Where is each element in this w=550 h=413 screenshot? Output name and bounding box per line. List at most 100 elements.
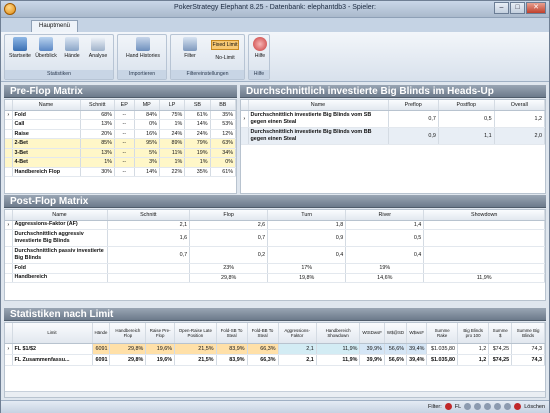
- col-header[interactable]: Schnitt: [107, 210, 191, 221]
- col-header[interactable]: Summe Big Blinds: [511, 323, 545, 344]
- postflop-table-wrap: Name Schnitt Flop Turn River Showdown › A…: [4, 209, 546, 301]
- col-header[interactable]: Fold-BB To Steal: [247, 323, 279, 344]
- table-row[interactable]: Durchschnittlich passiv investierte Big …: [5, 246, 545, 264]
- postflop-table: Name Schnitt Flop Turn River Showdown › A…: [5, 210, 545, 283]
- cell: 61%: [210, 167, 237, 177]
- table-row[interactable]: Call 13% -- 0% 1% 14% 53%: [5, 119, 237, 130]
- filter-button[interactable]: Filter: [175, 37, 205, 59]
- cell: 20%: [80, 129, 115, 139]
- haende-button[interactable]: Hände: [59, 37, 85, 59]
- maximize-button[interactable]: □: [510, 2, 525, 14]
- ueberblick-button[interactable]: Überblick: [33, 37, 59, 59]
- col-header[interactable]: Overall: [494, 100, 546, 111]
- delete-filter-button[interactable]: Löschen: [524, 404, 545, 410]
- tab-hauptmenue[interactable]: Hauptmenü: [31, 20, 79, 32]
- horizontal-scrollbar[interactable]: [5, 391, 545, 397]
- table-row[interactable]: FL Zusammenfassu... 6091 29,8% 19,6% 21,5% 83…: [5, 354, 545, 366]
- col-header[interactable]: Name: [12, 210, 108, 221]
- cell: 0,5: [345, 229, 425, 247]
- minimize-button[interactable]: –: [494, 2, 509, 14]
- table-row[interactable]: › Fold 68% -- 84% 75% 61% 35%: [5, 110, 237, 120]
- col-header[interactable]: River: [345, 210, 425, 221]
- col-header[interactable]: Preflop: [388, 100, 439, 111]
- filter-table-icon[interactable]: [484, 403, 492, 410]
- no-limit-toggle[interactable]: No-Limit: [211, 55, 239, 61]
- cell: 0,9: [388, 127, 439, 145]
- row-name: Call: [12, 119, 81, 130]
- filter-clock-icon[interactable]: [464, 403, 472, 410]
- table-row[interactable]: › Aggressions-Faktor (AF) 2,1 2,6 1,8 1,4: [5, 220, 545, 230]
- cell: 68%: [80, 110, 115, 120]
- col-header[interactable]: LP: [159, 100, 186, 111]
- row-name: Durchschnittlich aggressiv investierte B…: [12, 229, 108, 247]
- col-header[interactable]: EP: [114, 100, 135, 111]
- table-row[interactable]: 4-Bet 1% -- 3% 1% 1% 0%: [5, 157, 237, 168]
- filter-fl-icon[interactable]: [444, 403, 452, 410]
- table-row[interactable]: 2-Bet 85% -- 95% 89% 79% 63%: [5, 138, 237, 149]
- filter-seat-icon[interactable]: [494, 403, 502, 410]
- filter-label: Filter:: [428, 403, 442, 410]
- delete-filter-icon[interactable]: [514, 403, 522, 410]
- col-header[interactable]: MP: [134, 100, 160, 111]
- col-header[interactable]: Handbereich Flop: [109, 323, 147, 344]
- col-header[interactable]: Limit: [12, 323, 93, 344]
- filter-user-icon[interactable]: [474, 403, 482, 410]
- filter-misc-icon[interactable]: [504, 403, 512, 410]
- filter-fl-text: FL: [454, 403, 462, 410]
- analyse-button[interactable]: Analyse: [85, 37, 111, 59]
- col-header[interactable]: Summe Rake: [426, 323, 458, 344]
- startseite-button[interactable]: Startseite: [7, 37, 33, 59]
- hand-histories-button[interactable]: Hand Histories: [120, 37, 166, 59]
- col-header[interactable]: Name: [248, 100, 389, 111]
- cell: [107, 263, 191, 274]
- col-header[interactable]: Summe $: [488, 323, 513, 344]
- close-button[interactable]: ✕: [526, 2, 546, 14]
- cell: 3%: [134, 157, 160, 168]
- cell: 22%: [159, 167, 186, 177]
- cell: 56,6%: [384, 354, 408, 366]
- col-header[interactable]: Flop: [189, 210, 269, 221]
- col-header[interactable]: Raise Pre-Flop: [145, 323, 176, 344]
- col-header[interactable]: Fold-SB To Steal: [216, 323, 248, 344]
- col-header[interactable]: Aggressions-Faktor: [278, 323, 317, 344]
- col-header[interactable]: Open-Raise Late Position: [174, 323, 217, 344]
- cell: 21,5%: [174, 354, 217, 366]
- col-header[interactable]: Schnitt: [80, 100, 115, 111]
- cell: 56,6%: [384, 343, 408, 355]
- table-row[interactable]: Raise 20% -- 16% 24% 24% 12%: [5, 129, 237, 139]
- col-header[interactable]: Showdown: [423, 210, 545, 221]
- col-header[interactable]: Hände: [92, 323, 111, 344]
- col-header[interactable]: Big Blinds pro 100: [457, 323, 490, 344]
- fixed-limit-toggle[interactable]: Fixed Limit: [211, 40, 239, 50]
- col-header[interactable]: WtSDwsF: [359, 323, 385, 344]
- cell: 2,0: [494, 127, 546, 145]
- col-header[interactable]: Postflop: [438, 100, 495, 111]
- cell: [423, 246, 545, 264]
- col-header[interactable]: SB: [184, 100, 211, 111]
- table-row[interactable]: Durchschnittlich aggressiv investierte B…: [5, 229, 545, 247]
- col-header[interactable]: Handbereich Showdown: [316, 323, 361, 344]
- col-header[interactable]: BB: [210, 100, 237, 111]
- cell: 11,9%: [316, 343, 361, 355]
- cell: 39,4%: [406, 343, 428, 355]
- col-header[interactable]: Turn: [267, 210, 347, 221]
- table-row[interactable]: Handbereich Flop 30% -- 14% 22% 35% 61%: [5, 167, 237, 177]
- cell: 6091: [92, 354, 111, 366]
- cell: 12%: [210, 129, 237, 139]
- table-row[interactable]: › FL $1/$2 6091 29,8% 19,6% 21,5% 83,9% 66,3% 2,…: [5, 343, 545, 355]
- table-row[interactable]: Fold 23% 17% 19%: [5, 263, 545, 274]
- hilfe-button[interactable]: Hilfe: [247, 37, 273, 59]
- col-header[interactable]: Name: [12, 100, 81, 111]
- hands-icon: [65, 37, 79, 51]
- row-name: Durchschnittlich investierte Big Blinds …: [248, 110, 389, 128]
- table-row[interactable]: › Durchschnittlich investierte Big Blinds…: [241, 110, 546, 128]
- table-row[interactable]: 3-Bet 13% -- 5% 11% 19% 34%: [5, 148, 237, 158]
- col-header[interactable]: W$@SD: [384, 323, 408, 344]
- table-row[interactable]: Durchschnittlich investierte Big Blinds …: [241, 127, 546, 145]
- table-row[interactable]: Handbereich 29,8% 19,8% 14,6% 11,9%: [5, 273, 545, 283]
- cell: --: [114, 167, 135, 177]
- cell: --: [114, 110, 135, 120]
- col-header[interactable]: W$wsF: [406, 323, 428, 344]
- overview-icon: [39, 37, 53, 51]
- cell: 1,4: [345, 220, 425, 230]
